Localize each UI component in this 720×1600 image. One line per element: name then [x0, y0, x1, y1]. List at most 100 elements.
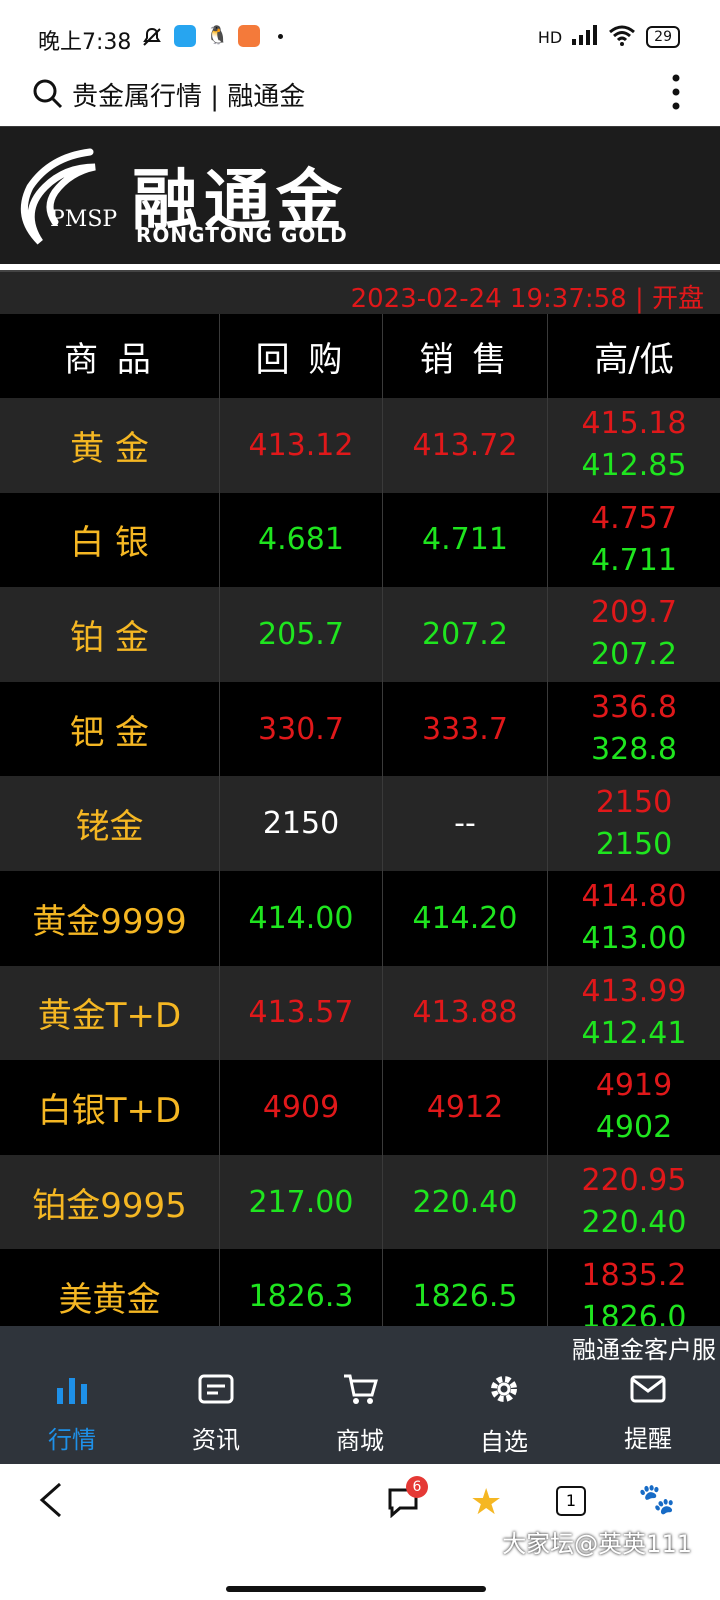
product-name: 铂 金	[0, 587, 220, 682]
buyback-price: 414.00	[220, 870, 383, 966]
low-price: 412.85	[581, 448, 687, 484]
table-row[interactable]: 铑金 2150 -- 2150 2150	[0, 776, 720, 871]
low-price: 4.711	[591, 542, 677, 578]
mail-icon	[630, 1375, 666, 1409]
sell-price: 220.40	[383, 1154, 548, 1250]
product-name: 黄 金	[0, 398, 220, 493]
dragon-logo-icon	[10, 147, 100, 251]
market-status-bar: 2023-02-24 19:37:58 | 开盘	[0, 270, 720, 314]
table-row[interactable]: 钯 金 330.7 333.7 336.8 328.8	[0, 681, 720, 777]
sell-price: 1826.5	[383, 1249, 548, 1326]
brand-banner: PMSP 融通金 RONGTONG GOLD	[0, 126, 720, 264]
buyback-price: 4909	[220, 1060, 383, 1155]
high-price: 2150	[595, 784, 673, 820]
home-indicator[interactable]	[226, 1586, 486, 1592]
market-datetime: 2023-02-24 19:37:58 | 开盘	[350, 284, 704, 314]
sell-price: 4912	[383, 1060, 548, 1155]
header-high-low: 高/低	[594, 339, 674, 380]
high-low-cell: 336.8 328.8	[548, 682, 720, 777]
url-bar[interactable]: 贵金属行情 | 融通金	[0, 66, 720, 126]
app-icon-blue	[174, 25, 196, 47]
browser-toolbar: 6 ★ 1 🐾 大家坛@英英111	[0, 1464, 720, 1600]
high-low-cell: 220.95 220.40	[548, 1155, 720, 1250]
product-name: 铂金9995	[0, 1154, 220, 1250]
high-price: 4919	[595, 1068, 673, 1104]
status-right: HD 29	[538, 24, 680, 50]
brand-name-en: RONGTONG GOLD	[136, 223, 348, 247]
header-sell: 销 售	[383, 314, 548, 398]
back-icon[interactable]	[38, 1482, 64, 1528]
mute-bell-icon	[142, 27, 162, 47]
tab-count-button[interactable]: 1	[556, 1486, 586, 1516]
table-row[interactable]: 黄 金 413.12 413.72 415.18 412.85	[0, 398, 720, 493]
buyback-price: 205.7	[220, 587, 383, 682]
high-price: 336.8	[591, 690, 677, 726]
table-row[interactable]: 铂 金 205.7 207.2 209.7 207.2	[0, 587, 720, 682]
nav-item-mall[interactable]: 商城	[288, 1364, 432, 1464]
product-name: 铑金	[0, 776, 220, 871]
nav-item-news[interactable]: 资讯	[144, 1364, 288, 1464]
high-price: 209.7	[591, 595, 677, 631]
table-row[interactable]: 白 银 4.681 4.711 4.757 4.711	[0, 492, 720, 588]
high-price: 220.95	[581, 1163, 687, 1199]
buyback-price: 217.00	[220, 1154, 383, 1250]
news-icon	[198, 1374, 234, 1410]
buyback-price: 413.57	[220, 965, 383, 1061]
search-icon[interactable]	[32, 78, 64, 114]
product-name: 钯 金	[0, 681, 220, 777]
sell-price: 4.711	[383, 492, 548, 588]
low-price: 412.41	[581, 1015, 687, 1051]
qq-icon: 🐧	[206, 25, 229, 47]
sell-price: 207.2	[383, 587, 548, 682]
table-row[interactable]: 铂金9995 217.00 220.40 220.95 220.40	[0, 1154, 720, 1250]
nav-item-quotes[interactable]: 行情	[0, 1364, 144, 1464]
sell-price: --	[383, 776, 548, 871]
more-menu-icon[interactable]	[672, 74, 680, 110]
marquee-text: 融通金客户服	[572, 1336, 716, 1364]
network-type: HD	[537, 27, 563, 47]
high-low-cell: 4.757 4.711	[548, 493, 720, 588]
low-price: 220.40	[581, 1205, 687, 1241]
high-price: 413.99	[581, 973, 687, 1009]
nav-label: 自选	[480, 1427, 528, 1456]
status-bar: 晚上7:38 🐧 HD 29	[0, 0, 720, 66]
high-low-cell: 1835.2 1826.0	[548, 1249, 720, 1326]
table-row[interactable]: 黄金T+D 413.57 413.88 413.99 412.41	[0, 965, 720, 1061]
product-name: 美黄金	[0, 1249, 220, 1326]
low-price: 4902	[595, 1110, 673, 1146]
sell-price: 414.20	[383, 870, 548, 966]
high-price: 415.18	[581, 406, 687, 442]
chart-bar-icon	[55, 1374, 89, 1410]
product-name: 白 银	[0, 492, 220, 588]
table-row[interactable]: 美黄金 1826.3 1826.5 1835.2 1826.0	[0, 1249, 720, 1326]
product-name: 白银T+D	[0, 1060, 220, 1155]
nav-label: 提醒	[624, 1424, 672, 1453]
high-low-cell: 2150 2150	[548, 776, 720, 871]
star-icon[interactable]: ★	[470, 1482, 502, 1523]
high-price: 1835.2	[581, 1257, 687, 1293]
nav-label: 行情	[48, 1425, 96, 1454]
quotes-table: 商 品 回 购 销 售 高/低 黄 金 413.12 413.72 415.18 412…	[0, 314, 720, 1326]
baidu-paw-icon[interactable]: 🐾	[638, 1482, 675, 1517]
low-price: 413.00	[581, 921, 687, 957]
nav-item-watchlist[interactable]: 自选	[432, 1364, 576, 1464]
nav-item-alerts[interactable]: 提醒	[576, 1364, 720, 1464]
table-row[interactable]: 白银T+D 4909 4912 4919 4902	[0, 1060, 720, 1155]
table-body: 黄 金 413.12 413.72 415.18 412.85 白 银 4.681 4.711…	[0, 398, 720, 1326]
nav-label: 资讯	[192, 1425, 240, 1454]
low-price: 1826.0	[581, 1299, 687, 1326]
sell-price: 413.88	[383, 965, 548, 1061]
app-icon-orange	[238, 25, 260, 47]
high-low-cell: 414.80 413.00	[548, 871, 720, 966]
low-price: 328.8	[591, 732, 677, 768]
product-name: 黄金9999	[0, 870, 220, 966]
high-low-cell: 413.99 412.41	[548, 966, 720, 1061]
high-low-cell: 209.7 207.2	[548, 587, 720, 682]
table-row[interactable]: 黄金9999 414.00 414.20 414.80 413.00	[0, 870, 720, 966]
marquee-bar: 融通金客户服	[0, 1326, 720, 1364]
gear-icon	[487, 1372, 521, 1412]
watermark: 大家坛@英英111	[502, 1530, 692, 1558]
buyback-price: 1826.3	[220, 1249, 383, 1326]
product-name: 黄金T+D	[0, 965, 220, 1061]
page-title[interactable]: 贵金属行情 | 融通金	[72, 76, 305, 113]
